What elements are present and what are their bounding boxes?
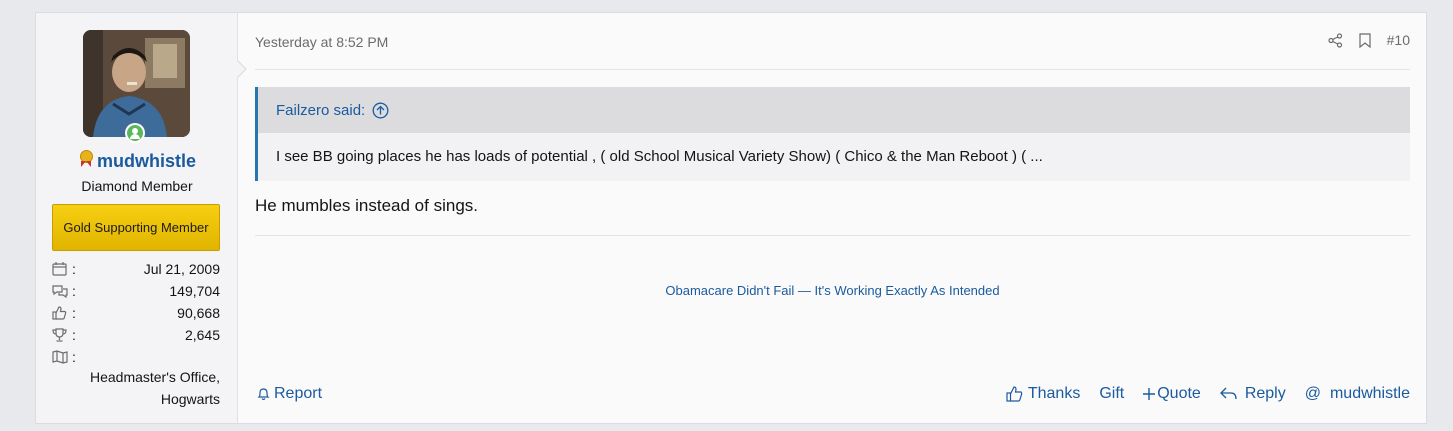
- message-divider: [255, 235, 1410, 236]
- plus-icon: [1143, 388, 1156, 400]
- quote-label[interactable]: Quote: [1157, 385, 1201, 403]
- gift-label[interactable]: Gift: [1099, 385, 1124, 403]
- report-button[interactable]: Report: [257, 385, 322, 403]
- trophy-icon: [52, 328, 72, 342]
- post-main: Yesterday at 8:52 PM #10 Failzero said: …: [255, 13, 1410, 423]
- arrow-up-circle-icon[interactable]: [372, 102, 389, 119]
- mention-label[interactable]: mudwhistle: [1330, 385, 1410, 403]
- messages-icon: [52, 284, 72, 298]
- user-sidebar: mudwhistle Diamond Member Gold Supportin…: [36, 13, 238, 423]
- stat-points: : 2,645: [52, 324, 220, 346]
- signature-text[interactable]: Obamacare Didn't Fail — It's Working Exa…: [665, 283, 999, 298]
- avatar[interactable]: [83, 30, 190, 137]
- username[interactable]: mudwhistle: [36, 150, 238, 172]
- share-icon[interactable]: [1328, 32, 1343, 48]
- quote-header[interactable]: Failzero said:: [258, 87, 1410, 133]
- stat-reactions: : 90,668: [52, 302, 220, 324]
- quote-text: I see BB going places he has loads of po…: [276, 148, 1043, 165]
- user-stats: : Jul 21, 2009 : 149,704 : 90,668 : 2,64…: [52, 258, 220, 368]
- user-location[interactable]: Headmaster's Office, Hogwarts: [52, 366, 220, 410]
- post-date[interactable]: Yesterday at 8:52 PM: [255, 34, 388, 50]
- username-text[interactable]: mudwhistle: [97, 151, 196, 171]
- stat-value: 149,704: [169, 283, 220, 299]
- stat-value: 2,645: [184, 327, 220, 343]
- reply-icon: [1219, 387, 1237, 401]
- signature-link: Obamacare Didn't Fail — It's Working Exa…: [255, 283, 1410, 298]
- thanks-label[interactable]: Thanks: [1028, 385, 1080, 403]
- mention-button[interactable]: @ mudwhistle: [1305, 385, 1410, 403]
- stat-value: 90,668: [177, 305, 220, 321]
- stat-messages: : 149,704: [52, 280, 220, 302]
- stat-location: :: [52, 346, 220, 368]
- reply-label[interactable]: Reply: [1245, 385, 1286, 403]
- calendar-icon: [52, 262, 72, 276]
- post-footer-actions: Thanks Gift Quote Reply @ mudwhistle: [987, 385, 1410, 403]
- stat-value: Jul 21, 2009: [143, 261, 220, 277]
- quote-block: Failzero said: I see BB going places he …: [255, 87, 1410, 181]
- at-icon: @: [1304, 385, 1321, 402]
- thumbs-up-icon: [1006, 386, 1023, 402]
- quote-author[interactable]: Failzero said:: [276, 102, 365, 119]
- bell-icon: [257, 387, 270, 401]
- online-status-icon: [125, 123, 145, 143]
- user-title: Diamond Member: [81, 178, 193, 194]
- gift-button[interactable]: Gift: [1099, 385, 1124, 403]
- medal-icon: [78, 150, 94, 170]
- user-banner: Gold Supporting Member: [52, 204, 220, 251]
- header-divider: [255, 69, 1410, 70]
- bookmark-icon[interactable]: [1359, 32, 1371, 48]
- post-message: He mumbles instead of sings.: [255, 196, 478, 215]
- reply-button[interactable]: Reply: [1219, 385, 1286, 403]
- stat-joined: : Jul 21, 2009: [52, 258, 220, 280]
- post-header-actions: #10: [1328, 32, 1410, 48]
- report-label[interactable]: Report: [274, 385, 322, 403]
- sidebar-arrow: [236, 59, 247, 79]
- thanks-button[interactable]: Thanks: [1006, 385, 1080, 403]
- post-number[interactable]: #10: [1387, 32, 1410, 48]
- thumbs-up-icon: [52, 306, 72, 320]
- quote-button[interactable]: Quote: [1143, 385, 1201, 403]
- forum-post: mudwhistle Diamond Member Gold Supportin…: [35, 12, 1427, 424]
- map-icon: [52, 350, 72, 364]
